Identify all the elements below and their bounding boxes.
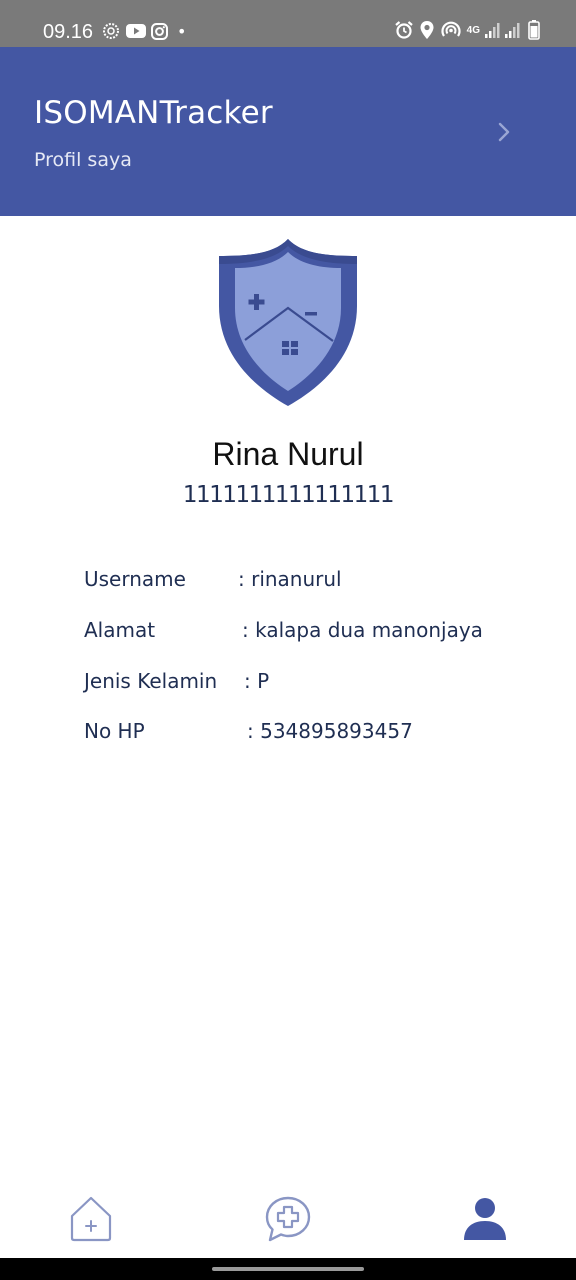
app-header: ISOMANTracker Profil saya bbox=[0, 47, 576, 216]
profile-name: Rina Nurul bbox=[212, 436, 364, 472]
status-time: 09.16 bbox=[43, 21, 94, 43]
nav-consult[interactable] bbox=[263, 1194, 313, 1244]
network-type: 4G bbox=[466, 24, 480, 36]
notification-dot: • bbox=[177, 21, 187, 41]
jenis-kelamin-value: : P bbox=[244, 669, 270, 693]
nav-profile[interactable] bbox=[460, 1194, 510, 1244]
shield-logo-icon bbox=[219, 239, 357, 406]
alarm-icon bbox=[394, 21, 413, 39]
gesture-handle[interactable] bbox=[212, 1267, 364, 1271]
status-bar: 09.16 • 4G bbox=[0, 0, 576, 47]
signal-icon bbox=[485, 23, 520, 38]
alamat-value: : kalapa dua manonjaya bbox=[242, 618, 483, 642]
status-right-icons: 4G bbox=[394, 20, 540, 40]
person-icon bbox=[464, 1198, 506, 1240]
app-title: ISOMANTracker bbox=[34, 95, 273, 131]
system-navigation-bar bbox=[0, 1258, 576, 1280]
battery-icon bbox=[528, 20, 540, 40]
page-subtitle: Profil saya bbox=[34, 149, 132, 171]
youtube-icon bbox=[126, 24, 146, 38]
nav-home[interactable] bbox=[66, 1194, 116, 1244]
hotspot-icon bbox=[441, 21, 461, 37]
chevron-right-icon[interactable] bbox=[494, 121, 514, 143]
username-label: Username bbox=[84, 567, 186, 591]
instagram-icon bbox=[151, 22, 168, 40]
location-icon bbox=[420, 21, 434, 39]
no-hp-value: : 534895893457 bbox=[247, 719, 413, 743]
profile-id-number: 1111111111111111 bbox=[182, 482, 395, 508]
home-plus-icon bbox=[70, 1196, 112, 1242]
bottom-navigation bbox=[0, 1180, 576, 1258]
alamat-label: Alamat bbox=[84, 618, 156, 642]
username-value: : rinanurul bbox=[238, 567, 342, 591]
no-hp-label: No HP bbox=[84, 719, 145, 743]
jenis-kelamin-label: Jenis Kelamin bbox=[84, 669, 218, 693]
status-left-icons: • bbox=[101, 21, 186, 41]
wheel-icon bbox=[103, 23, 119, 39]
chat-plus-icon bbox=[265, 1196, 311, 1242]
